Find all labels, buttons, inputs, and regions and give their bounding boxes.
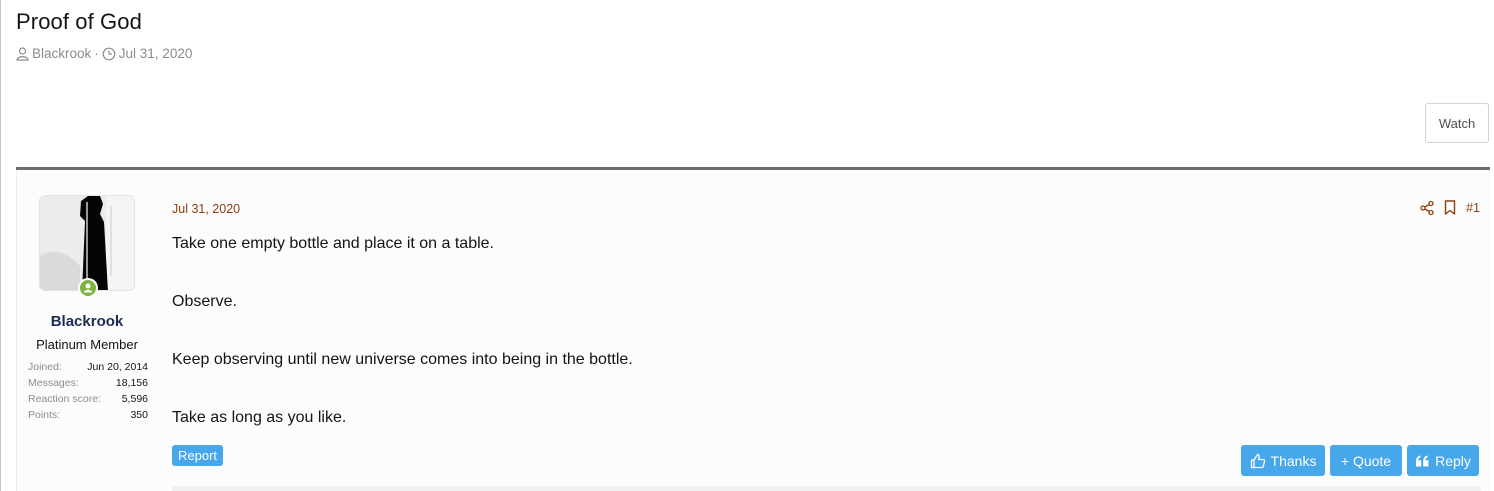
post-body-line: Take as long as you like. [172,409,347,426]
post-body-line: Take one empty bottle and place it on a … [172,235,494,252]
reply-label: Reply [1435,452,1471,469]
thanks-label: Thanks [1270,452,1317,469]
stat-value: 5,596 [121,393,148,405]
thumbs-up-icon [1250,453,1266,469]
post-user-cell: Blackrook Platinum Member Joined: Jun 20… [17,170,157,491]
online-status-icon [78,278,98,298]
stat-joined: Joined: Jun 20, 2014 [28,359,148,375]
thread-meta: Blackrook · Jul 31, 2020 [16,46,192,61]
stat-label: Reaction score: [28,393,101,405]
post-number-link[interactable]: #1 [1466,201,1480,215]
post-footer-strip [172,486,1481,491]
page-title: Proof of God [16,9,142,34]
thanks-button[interactable]: Thanks [1241,445,1325,476]
user-icon [16,46,29,61]
reply-button[interactable]: Reply [1407,445,1479,476]
post-body-line: Observe. [172,293,237,310]
meta-separator: · [94,46,99,61]
thread-author-link[interactable]: Blackrook [32,46,91,61]
post-actions: #1 [1420,200,1480,215]
stat-value: 350 [130,409,148,421]
stat-reaction-score: Reaction score: 5,596 [28,391,148,407]
stat-value: 18,156 [115,377,148,389]
post-body-line: Keep observing until new universe comes … [172,351,633,368]
user-stats: Joined: Jun 20, 2014 Messages: 18,156 Re… [28,359,148,423]
stat-label: Points: [28,409,61,421]
post-username[interactable]: Blackrook [17,313,157,330]
stat-messages: Messages: 18,156 [28,375,148,391]
stat-points: Points: 350 [28,407,148,423]
watch-button[interactable]: Watch [1425,103,1489,143]
user-title: Platinum Member [36,337,138,352]
report-button[interactable]: Report [172,445,224,466]
post-date-link[interactable]: Jul 31, 2020 [172,202,240,216]
stat-label: Messages: [28,377,79,389]
stat-label: Joined: [28,361,62,373]
reply-quote-icon [1415,454,1430,468]
quote-button[interactable]: + Quote [1330,445,1402,476]
post-container: Blackrook Platinum Member Joined: Jun 20… [16,170,1490,491]
avatar[interactable] [39,195,135,291]
thread-date-link[interactable]: Jul 31, 2020 [119,46,193,61]
bookmark-icon[interactable] [1444,200,1456,215]
stat-value: Jun 20, 2014 [87,361,148,373]
page-left-border [0,0,1,491]
clock-icon [102,47,116,61]
share-icon[interactable] [1420,200,1434,215]
